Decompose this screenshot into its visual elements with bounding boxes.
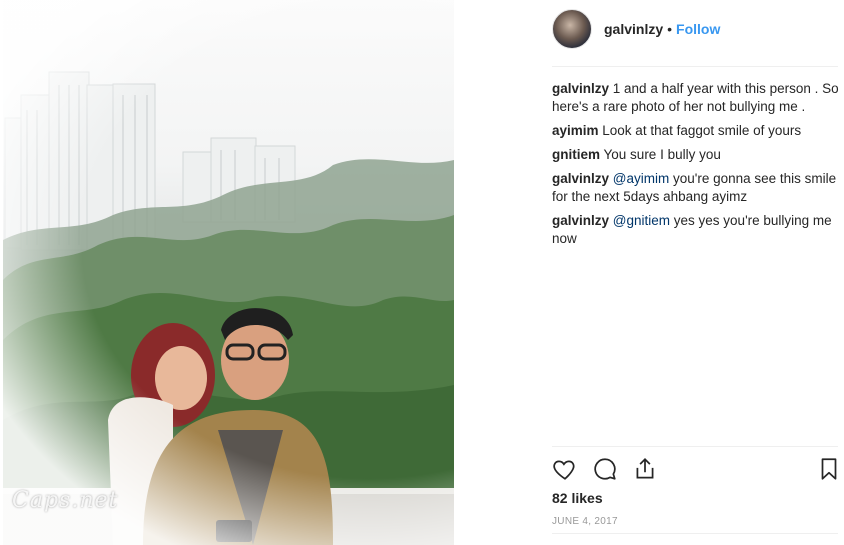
action-bar: [552, 456, 842, 484]
post-image: [3, 0, 454, 545]
comment-list: galvinlzy 1 and a half year with this pe…: [552, 80, 840, 254]
photo-scene: [3, 71, 454, 545]
likes-count[interactable]: 82 likes: [552, 490, 603, 506]
comment: galvinlzy @ayimim you're gonna see this …: [552, 170, 840, 206]
follow-button[interactable]: Follow: [676, 21, 720, 37]
post-date: JUNE 4, 2017: [552, 516, 618, 527]
avatar[interactable]: [552, 9, 592, 49]
comment-text: You sure I bully you: [600, 147, 721, 162]
comment-author[interactable]: ayimim: [552, 123, 599, 138]
comment-author[interactable]: galvinlzy: [552, 213, 609, 228]
actions-divider: [552, 446, 838, 447]
comment: galvinlzy @gnitiem yes yes you're bullyi…: [552, 212, 840, 248]
watermark: Caps.net: [12, 488, 119, 513]
post-header: galvinlzy • Follow: [552, 9, 720, 49]
bookmark-icon[interactable]: [816, 456, 842, 482]
footer-divider: [552, 533, 838, 534]
comment-author[interactable]: gnitiem: [552, 147, 600, 162]
comment: gnitiem You sure I bully you: [552, 146, 840, 164]
header-divider: [552, 66, 838, 67]
comment-mention[interactable]: @ayimim: [613, 171, 669, 186]
post-side-panel: galvinlzy • Follow galvinlzy 1 and a hal…: [528, 0, 844, 545]
heart-icon[interactable]: [552, 456, 578, 482]
comment-bubble-icon[interactable]: [592, 456, 618, 482]
post-photo[interactable]: Caps.net: [0, 0, 528, 545]
comment-mention[interactable]: @gnitiem: [613, 213, 670, 228]
header-username[interactable]: galvinlzy: [604, 21, 663, 37]
comment-author[interactable]: galvinlzy: [552, 81, 609, 96]
separator-dot: •: [667, 21, 673, 37]
share-icon[interactable]: [632, 456, 658, 482]
comment-author[interactable]: galvinlzy: [552, 171, 609, 186]
comment-caption: galvinlzy 1 and a half year with this pe…: [552, 80, 840, 116]
comment: ayimim Look at that faggot smile of your…: [552, 122, 840, 140]
comment-text: Look at that faggot smile of yours: [598, 123, 802, 138]
